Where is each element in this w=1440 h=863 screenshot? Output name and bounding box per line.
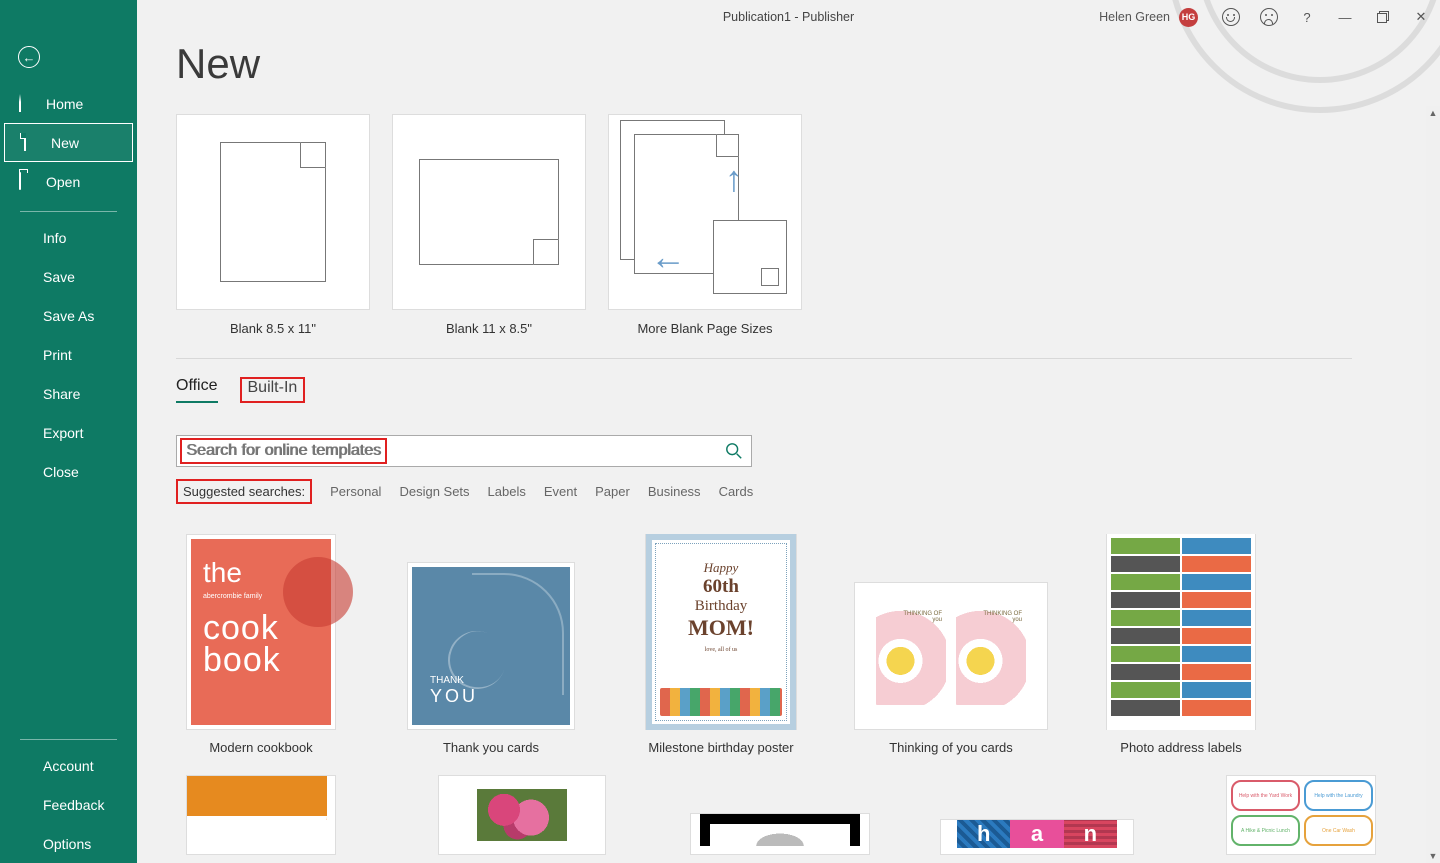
backstage-sidebar: Home New Open Info Save Save As Print Sh… xyxy=(0,0,137,863)
more-blank-page-sizes[interactable]: ↑← More Blank Page Sizes xyxy=(608,114,802,336)
template-photo-address-labels[interactable]: Photo address labels xyxy=(1096,534,1266,755)
template-thumbnail xyxy=(700,814,860,846)
sidebar-item-saveas[interactable]: Save As xyxy=(0,296,137,335)
template-label: Blank 11 x 8.5" xyxy=(392,321,586,336)
template-search-input[interactable] xyxy=(177,442,725,460)
restore-icon xyxy=(1377,11,1389,23)
title-bar: Publication1 - Publisher Helen Green HG … xyxy=(137,0,1440,34)
sidebar-item-new[interactable]: New xyxy=(4,123,133,162)
vertical-scrollbar[interactable]: ▲ ▼ xyxy=(1426,106,1440,863)
template-label: Thinking of you cards xyxy=(889,740,1013,755)
template-source-tabs: Office Built-In xyxy=(176,373,1396,403)
back-button[interactable] xyxy=(18,46,40,68)
suggested-link-personal[interactable]: Personal xyxy=(330,484,381,499)
suggested-searches-label: Suggested searches: xyxy=(176,479,312,504)
template-thinking-of-you-cards[interactable]: Thinking of you cards xyxy=(866,534,1036,755)
template-thumbnail xyxy=(187,776,327,855)
template-thumbnail: Help with the Yard WorkHelp with the Lau… xyxy=(1227,776,1376,850)
help-button[interactable]: ? xyxy=(1288,2,1326,32)
suggested-link-event[interactable]: Event xyxy=(544,484,577,499)
tab-office[interactable]: Office xyxy=(176,377,218,403)
template-partial-row2-b[interactable] xyxy=(438,775,606,855)
sidebar-item-share[interactable]: Share xyxy=(0,374,137,413)
template-label: More Blank Page Sizes xyxy=(608,321,802,336)
template-label: Blank 8.5 x 11" xyxy=(176,321,370,336)
blank-template-portrait[interactable]: Blank 8.5 x 11" xyxy=(176,114,370,336)
scroll-up-icon[interactable]: ▲ xyxy=(1426,106,1440,120)
folder-open-icon xyxy=(19,173,36,190)
sidebar-item-open[interactable]: Open xyxy=(0,162,137,201)
sidebar-label: Home xyxy=(46,96,83,112)
sidebar-divider xyxy=(20,211,117,212)
template-thumbnail xyxy=(467,779,577,851)
template-thank-you-cards[interactable]: THANK YOU Thank you cards xyxy=(406,534,576,755)
main-content: Publication1 - Publisher Helen Green HG … xyxy=(137,0,1440,863)
template-label: Photo address labels xyxy=(1120,740,1241,755)
template-modern-cookbook[interactable]: the abercrombie family cookbook Modern c… xyxy=(176,534,346,755)
template-thumbnail xyxy=(855,583,1047,729)
suggested-link-cards[interactable]: Cards xyxy=(719,484,754,499)
page-portrait-icon xyxy=(220,142,326,282)
template-partial-row2-d[interactable]: han xyxy=(940,819,1134,855)
sidebar-item-export[interactable]: Export xyxy=(0,413,137,452)
suggested-link-design-sets[interactable]: Design Sets xyxy=(399,484,469,499)
page-landscape-icon xyxy=(419,159,559,265)
sidebar-item-account[interactable]: Account xyxy=(0,746,137,785)
tab-builtin[interactable]: Built-In xyxy=(240,377,306,403)
more-sizes-icon: ↑← xyxy=(620,120,790,304)
sidebar-label: New xyxy=(51,135,79,151)
template-thumbnail: THANK YOU xyxy=(412,567,570,725)
minimize-button[interactable]: — xyxy=(1326,2,1364,32)
sidebar-item-save[interactable]: Save xyxy=(0,257,137,296)
template-partial-row2-a[interactable] xyxy=(186,775,336,855)
feedback-frown-icon[interactable] xyxy=(1250,2,1288,32)
template-label: Modern cookbook xyxy=(209,740,312,755)
template-search-box: Search for online templates xyxy=(176,435,752,467)
section-divider xyxy=(176,358,1352,359)
sidebar-item-home[interactable]: Home xyxy=(0,84,137,123)
document-icon xyxy=(24,134,41,151)
template-label: Milestone birthday poster xyxy=(648,740,793,755)
suggested-link-paper[interactable]: Paper xyxy=(595,484,630,499)
scroll-down-icon[interactable]: ▼ xyxy=(1426,849,1440,863)
template-thumbnail xyxy=(1107,534,1255,730)
template-milestone-birthday-poster[interactable]: Happy 60th Birthday MOM! love, all of us… xyxy=(636,534,806,755)
sidebar-item-options[interactable]: Options xyxy=(0,824,137,863)
suggested-link-labels[interactable]: Labels xyxy=(488,484,526,499)
sidebar-item-close[interactable]: Close xyxy=(0,452,137,491)
user-avatar[interactable]: HG xyxy=(1179,8,1198,27)
restore-button[interactable] xyxy=(1364,2,1402,32)
sidebar-item-print[interactable]: Print xyxy=(0,335,137,374)
blank-template-landscape[interactable]: Blank 11 x 8.5" xyxy=(392,114,586,336)
sidebar-item-feedback[interactable]: Feedback xyxy=(0,785,137,824)
template-partial-row2-c[interactable] xyxy=(690,813,870,855)
suggested-link-business[interactable]: Business xyxy=(648,484,701,499)
template-thumbnail: han xyxy=(957,820,1117,848)
template-label: Thank you cards xyxy=(443,740,539,755)
document-title: Publication1 - Publisher xyxy=(723,10,854,24)
page-title: New xyxy=(176,40,260,88)
template-thumbnail: the abercrombie family cookbook xyxy=(191,539,331,725)
sidebar-divider xyxy=(20,739,117,740)
feedback-smile-icon[interactable] xyxy=(1212,2,1250,32)
home-icon xyxy=(19,95,36,112)
sidebar-item-info[interactable]: Info xyxy=(0,218,137,257)
user-name[interactable]: Helen Green xyxy=(1099,10,1170,24)
close-button[interactable]: ✕ xyxy=(1402,2,1440,32)
template-partial-row2-e[interactable]: Help with the Yard WorkHelp with the Lau… xyxy=(1226,775,1376,855)
template-thumbnail: Happy 60th Birthday MOM! love, all of us xyxy=(646,534,796,730)
sidebar-label: Open xyxy=(46,174,80,190)
search-icon[interactable] xyxy=(725,442,743,460)
